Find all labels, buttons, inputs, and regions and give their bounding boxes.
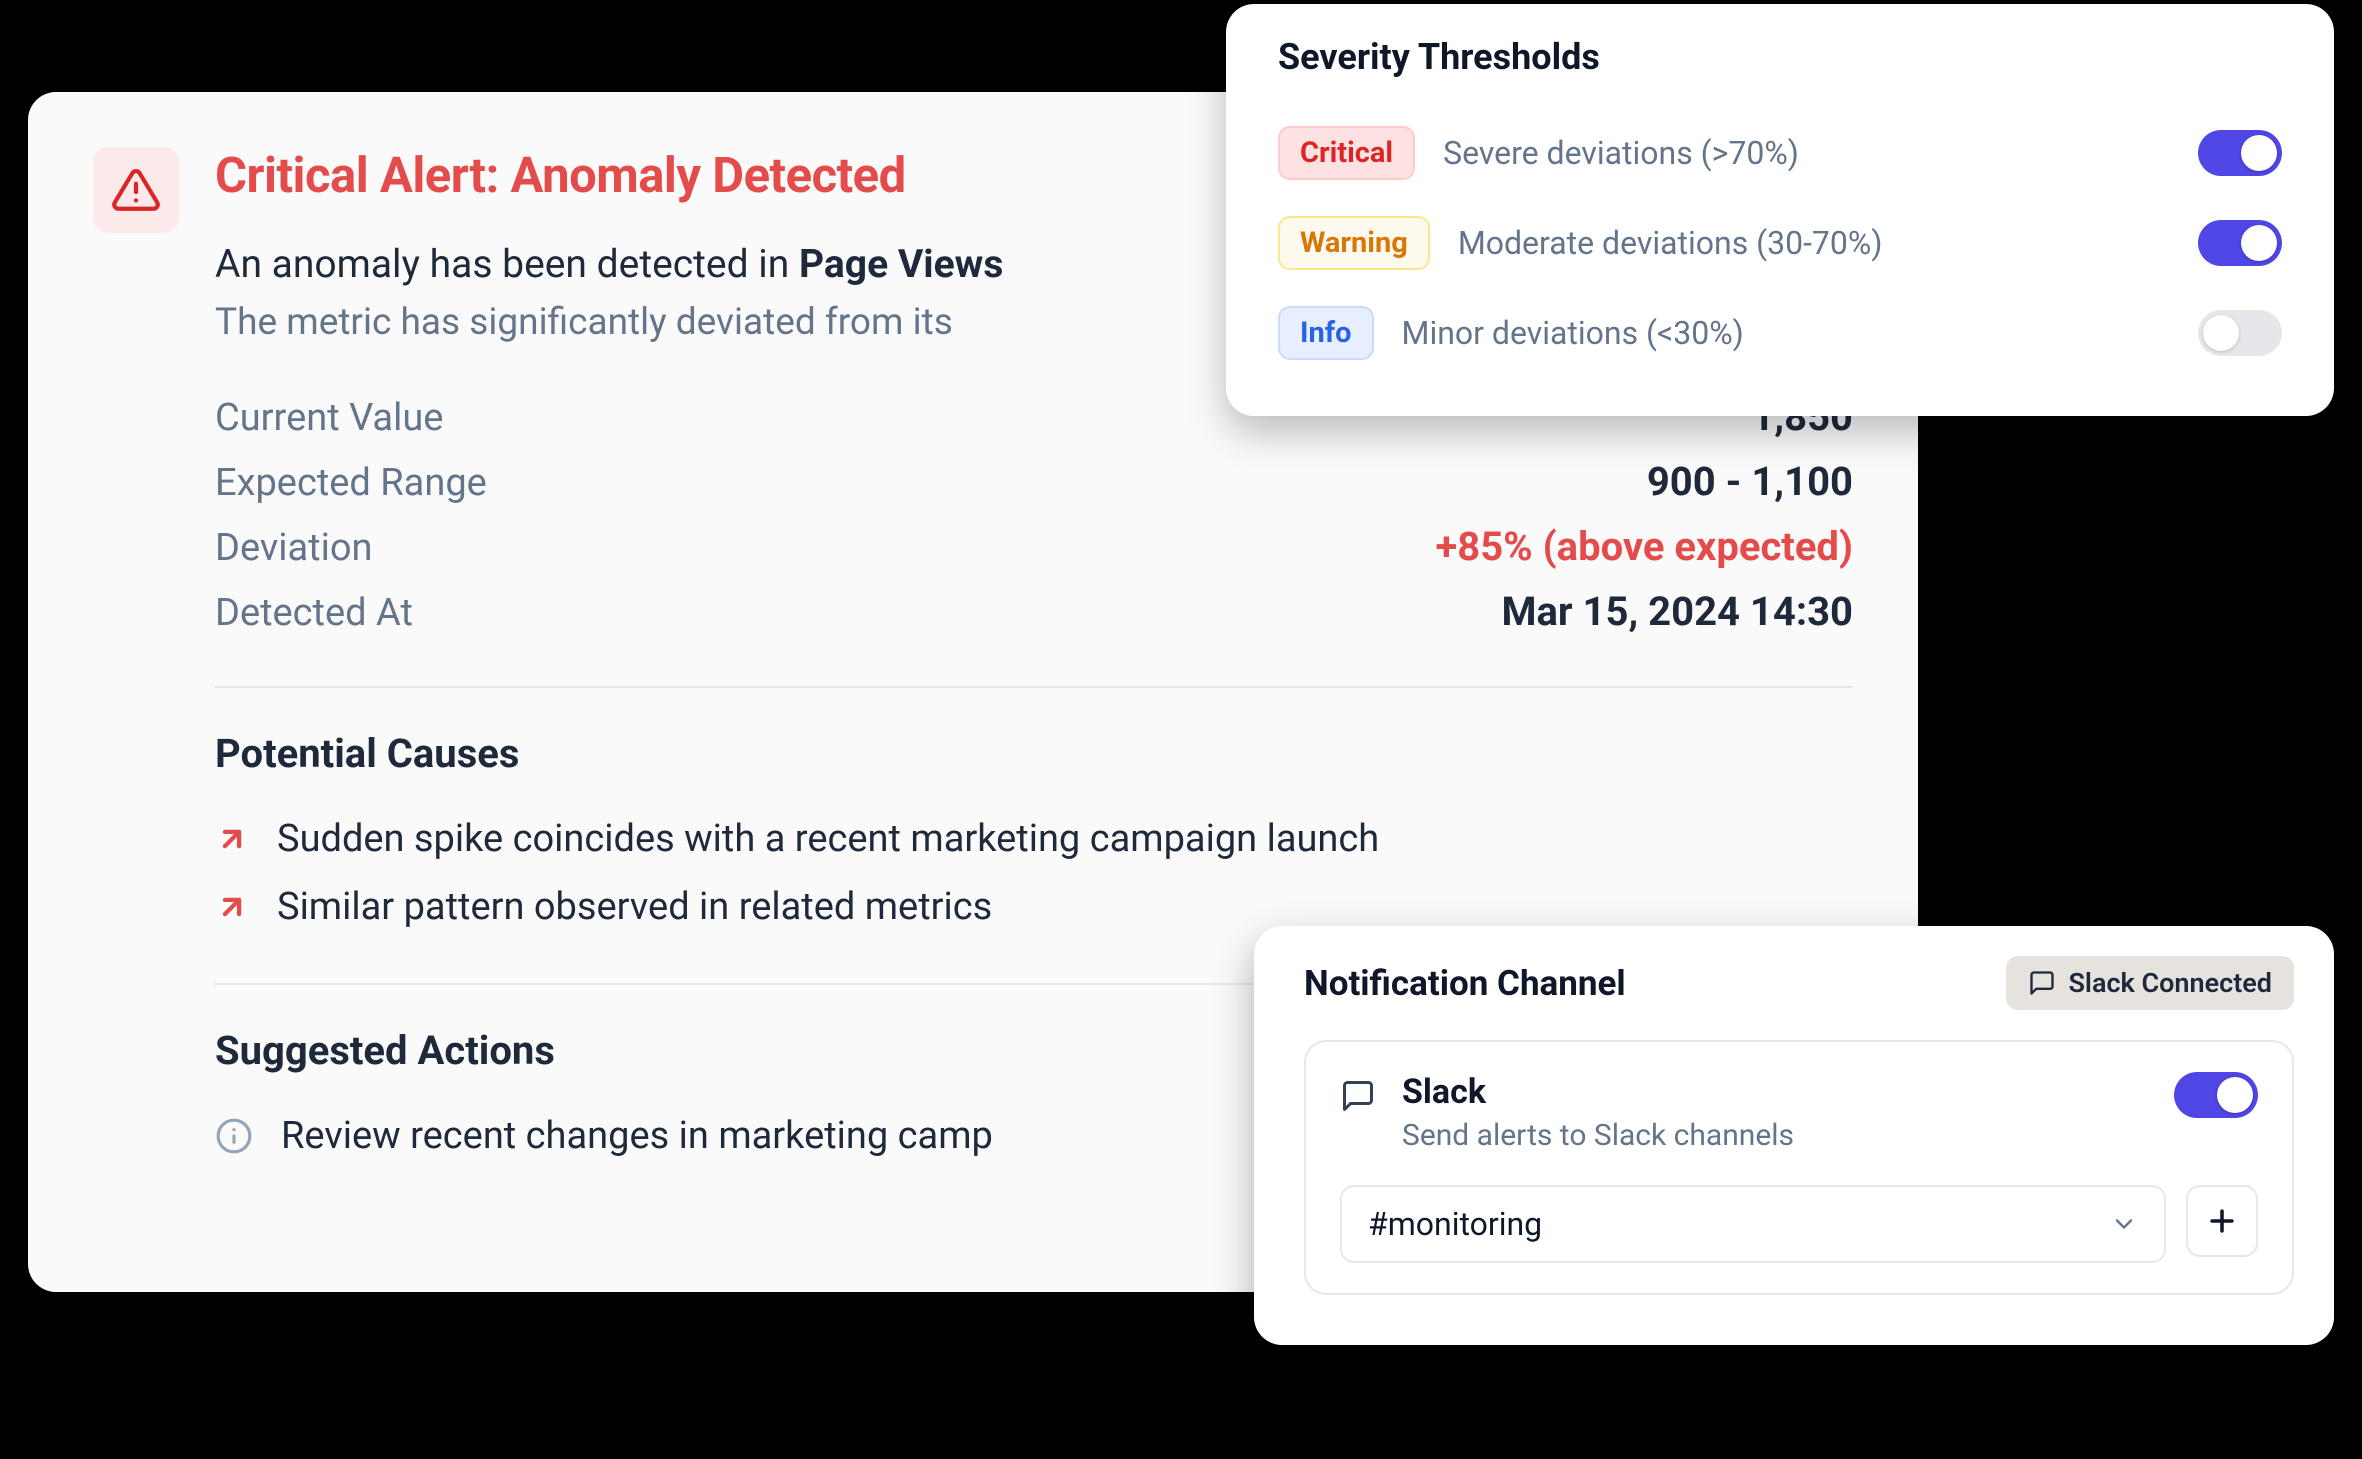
kv-label: Detected At (215, 591, 413, 635)
severity-desc: Severe deviations (>70%) (1443, 134, 2170, 172)
notif-title: Notification Channel (1304, 963, 1626, 1004)
notif-header: Notification Channel Slack Connected (1304, 956, 2294, 1010)
notif-service-desc: Send alerts to Slack channels (1402, 1118, 2148, 1153)
severity-toggle-info[interactable] (2198, 310, 2282, 356)
severity-desc: Moderate deviations (30-70%) (1458, 224, 2170, 262)
notif-service-row: Slack Send alerts to Slack channels (1340, 1072, 2258, 1153)
kv-label: Deviation (215, 526, 373, 570)
cause-item: Sudden spike coincides with a recent mar… (215, 805, 1853, 873)
divider (215, 686, 1853, 688)
arrow-up-right-icon (215, 822, 249, 856)
kv-value: 900 - 1,100 (1647, 458, 1853, 505)
severity-row-warning: Warning Moderate deviations (30-70%) (1278, 198, 2282, 288)
severity-thresholds-card: Severity Thresholds Critical Severe devi… (1226, 4, 2334, 416)
notif-slack-toggle[interactable] (2174, 1072, 2258, 1118)
kv-value: Mar 15, 2024 14:30 (1501, 588, 1853, 635)
potential-causes-title: Potential Causes (215, 730, 1853, 777)
cause-text: Similar pattern observed in related metr… (277, 885, 992, 929)
plus-icon (2205, 1204, 2239, 1238)
kv-deviation: Deviation +85% (above expected) (215, 514, 1853, 579)
severity-toggle-critical[interactable] (2198, 130, 2282, 176)
alert-metric-name: Page Views (799, 241, 1003, 287)
arrow-up-right-icon (215, 890, 249, 924)
severity-badge-info: Info (1278, 306, 1374, 360)
severity-desc: Minor deviations (<30%) (1402, 314, 2171, 352)
notif-service-name: Slack (1402, 1072, 2148, 1112)
kv-value-deviation: +85% (above expected) (1435, 523, 1853, 570)
kv-label: Expected Range (215, 461, 487, 505)
warning-triangle-icon (111, 165, 161, 215)
severity-badge-warning: Warning (1278, 216, 1430, 270)
notif-select-row: #monitoring (1340, 1185, 2258, 1263)
severity-toggle-warning[interactable] (2198, 220, 2282, 266)
alert-kv-list: Current Value 1,850 Expected Range 900 -… (215, 384, 1853, 644)
alert-desc-prefix: An anomaly has been detected in (215, 241, 799, 287)
action-text: Review recent changes in marketing camp (281, 1114, 993, 1158)
channel-selected-value: #monitoring (1368, 1205, 1542, 1243)
severity-row-critical: Critical Severe deviations (>70%) (1278, 108, 2282, 198)
severity-row-info: Info Minor deviations (<30%) (1278, 288, 2282, 378)
info-circle-icon (215, 1117, 253, 1155)
chat-icon (1340, 1078, 1376, 1114)
chevron-down-icon (2110, 1210, 2138, 1238)
add-channel-button[interactable] (2186, 1185, 2258, 1257)
channel-select[interactable]: #monitoring (1340, 1185, 2166, 1263)
chat-icon (2028, 969, 2056, 997)
kv-detected-at: Detected At Mar 15, 2024 14:30 (215, 579, 1853, 644)
severity-title: Severity Thresholds (1278, 36, 2282, 78)
cause-text: Sudden spike coincides with a recent mar… (277, 817, 1379, 861)
severity-badge-critical: Critical (1278, 126, 1415, 180)
alert-icon (93, 147, 179, 233)
kv-label: Current Value (215, 396, 443, 440)
slack-badge-text: Slack Connected (2068, 967, 2272, 999)
kv-expected-range: Expected Range 900 - 1,100 (215, 449, 1853, 514)
notif-box: Slack Send alerts to Slack channels #mon… (1304, 1040, 2294, 1295)
slack-connected-badge: Slack Connected (2006, 956, 2294, 1010)
notification-channel-card: Notification Channel Slack Connected Sla… (1254, 926, 2334, 1345)
